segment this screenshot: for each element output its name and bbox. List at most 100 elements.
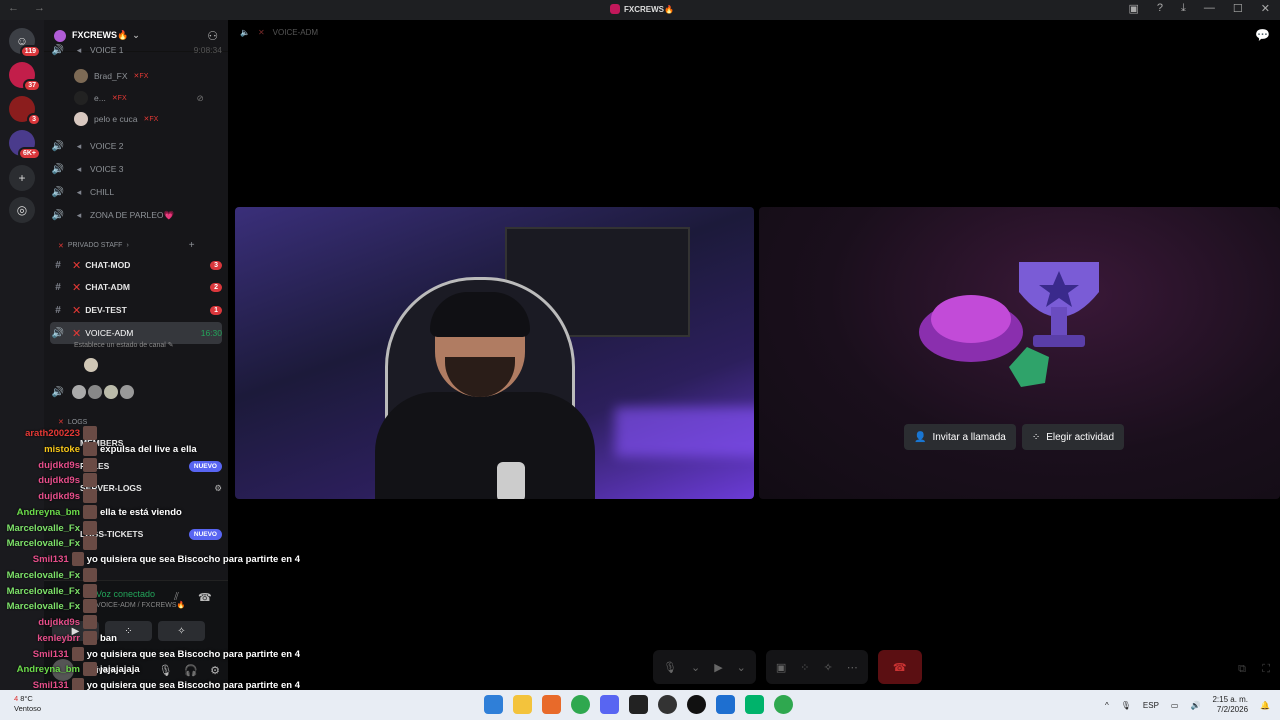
app-icon[interactable] [716, 695, 735, 714]
file-explorer-icon[interactable] [513, 695, 532, 714]
clock[interactable]: 2:15 a. m. 7/2/2026 [1212, 695, 1248, 715]
app-icon[interactable] [658, 695, 677, 714]
webcam-tile[interactable] [235, 207, 754, 499]
disconnect-button[interactable]: ☎ [877, 650, 922, 684]
language-indicator[interactable]: ESP [1143, 701, 1159, 710]
soundboard-icon[interactable]: ✧ [824, 661, 833, 674]
role-icon: ✕FX [143, 116, 159, 123]
category-label: LOGS [67, 418, 88, 426]
channel-status-hint[interactable]: Establece un estado de canal ✎ [74, 341, 174, 349]
direct-messages-icon[interactable]: ☺ 119 [9, 28, 41, 58]
popout-icon[interactable]: ⧉ [1238, 663, 1246, 676]
chrome-icon[interactable] [571, 695, 590, 714]
voice-user[interactable]: Brad_FX ✕FX [74, 67, 148, 85]
activity-buttons: 👤 Invitar a llamada ⁘ Elegir actividad [904, 424, 1125, 450]
close-button[interactable]: ✕ [1261, 2, 1270, 15]
temperature: 8°C [20, 694, 33, 703]
add-server-icon[interactable]: + [9, 165, 35, 191]
role-icon: ✕FX [133, 73, 149, 80]
chevron-down-icon[interactable]: ⌄ [737, 661, 746, 674]
channel-roles[interactable]: ROLES NUEVO [80, 456, 222, 476]
network-icon[interactable]: ▭ [1171, 701, 1179, 710]
microphone-icon[interactable]: 🎙 [158, 664, 172, 677]
gear-icon[interactable]: ⚙ [210, 664, 220, 677]
activity-icon[interactable]: ⁘ [800, 661, 809, 674]
notifications-icon[interactable]: 🔔 [1260, 701, 1270, 710]
settings-icon[interactable]: ⚙ [214, 483, 222, 494]
channel-logs-tickets[interactable]: LOGS-TICKETS NUEVO [80, 524, 222, 544]
channel-members[interactable]: MEMBERS [80, 433, 222, 453]
choose-activity-button[interactable]: ⁘ Elegir actividad [1021, 424, 1125, 450]
weather-widget[interactable]: 4 8°C Ventoso [14, 694, 41, 714]
chat-icon[interactable]: 💬 [1255, 28, 1270, 42]
camera-icon[interactable]: ▶ [714, 661, 722, 674]
maximize-button[interactable]: ☐ [1233, 2, 1243, 15]
explore-icon[interactable]: ◎ [9, 197, 35, 223]
soundboard-button[interactable]: ✧ [158, 621, 205, 641]
channel-voice-1[interactable]: 🔊 ◂ VOICE 1 9:08:34 [50, 44, 222, 56]
channel-voice-2[interactable]: 🔊 ◂ VOICE 2 [50, 136, 222, 156]
invite-to-call-button[interactable]: 👤 Invitar a llamada [904, 424, 1016, 450]
app-icon[interactable] [629, 695, 648, 714]
add-channel-icon[interactable]: + [189, 240, 195, 251]
role-icon: ✕FX [111, 95, 127, 102]
inbox-icon[interactable]: ▣ [1129, 2, 1139, 15]
noise-suppression-icon[interactable]: ⫽ [174, 591, 179, 604]
speaker-icon: ◂ [76, 163, 82, 174]
title-bar: ← → FXCREWS🔥 ▣ ? ⤓ — ☐ ✕ [0, 0, 1280, 20]
channel-label: MEMBERS [80, 438, 124, 448]
disconnect-icon[interactable]: ☎ [198, 591, 212, 604]
headphones-icon[interactable]: 🎧 [184, 664, 198, 677]
server-badge: 6K+ [17, 147, 41, 160]
start-icon[interactable] [484, 695, 503, 714]
invite-people-icon[interactable]: ⚇ [207, 29, 218, 43]
more-icon[interactable]: ⋯ [847, 661, 858, 674]
minimize-button[interactable]: — [1204, 2, 1215, 15]
fullscreen-icon[interactable]: ⛶ [1262, 663, 1270, 676]
channel-zona[interactable]: 🔊 ◂ ZONA DE PARLEO💗 [50, 205, 222, 225]
channel-server-logs[interactable]: SERVER-LOGS ⚙ [80, 478, 222, 498]
discord-icon[interactable] [600, 695, 619, 714]
call-header: 🔈 ✕ VOICE-ADM [240, 28, 318, 37]
camera-button[interactable]: ▶ [52, 621, 99, 641]
server-badge: 3 [27, 113, 41, 126]
app-icon[interactable] [542, 695, 561, 714]
channel-chat-adm[interactable]: # ✕ CHAT-ADM 2 [50, 277, 222, 297]
server-folder-icon[interactable]: 6K+ [9, 130, 41, 160]
voice-user[interactable]: e... ✕FX ⊘ [74, 89, 204, 107]
channel-chat-mod[interactable]: # ✕ CHAT-MOD 3 [50, 255, 222, 275]
chrome-icon[interactable] [774, 695, 793, 714]
chevron-up-icon[interactable]: ^ [1105, 701, 1109, 710]
avatar[interactable] [52, 659, 74, 681]
chevron-down-icon[interactable]: ⌄ [691, 661, 700, 674]
voice-channel-path[interactable]: VOICE-ADM / FXCREWS🔥 [96, 601, 185, 609]
nav-arrows[interactable]: ← → [8, 2, 51, 14]
app-icon[interactable] [687, 695, 706, 714]
channel-voice-3[interactable]: 🔊 ◂ VOICE 3 [50, 159, 222, 179]
voice-user[interactable]: pelo e cuca ✕FX [74, 110, 158, 128]
download-icon[interactable]: ⤓ [1181, 2, 1186, 15]
server-icon-1[interactable]: 37 [9, 62, 41, 92]
hashtag-icon: # [55, 281, 61, 293]
x-icon: ✕ [257, 28, 265, 37]
call-channel-name: VOICE-ADM [272, 28, 319, 37]
activity-tile: 👤 Invitar a llamada ⁘ Elegir actividad [759, 207, 1280, 499]
activity-button[interactable]: ⁘ [105, 621, 152, 641]
category-logs[interactable]: ✕ LOGS [58, 418, 88, 427]
microphone-icon[interactable]: 🎙 [663, 661, 677, 674]
server-badge: 37 [23, 79, 41, 92]
channel-label: CHAT-ADM [85, 282, 130, 292]
screen-share-icon[interactable]: ▣ [776, 661, 786, 674]
channel-dev-test[interactable]: # ✕ DEV-TEST 1 [50, 300, 222, 320]
voice-user[interactable] [84, 356, 104, 374]
channel-timer: 9:08:34 [193, 45, 222, 55]
volume-icon[interactable]: 🔊 [1190, 701, 1200, 710]
stage-channel-row[interactable]: 🔊 [50, 382, 222, 402]
server-icon-2[interactable]: 3 [9, 96, 41, 126]
app-icon[interactable] [745, 695, 764, 714]
channel-chill[interactable]: 🔊 ◂ CHILL [50, 182, 222, 202]
category-privado-staff[interactable]: ✕ PRIVADO STAFF › + [58, 240, 195, 251]
hint-text: Establece un estado de canal [74, 342, 166, 349]
help-icon[interactable]: ? [1157, 2, 1163, 15]
microphone-icon[interactable]: 🎙 [1121, 701, 1131, 710]
